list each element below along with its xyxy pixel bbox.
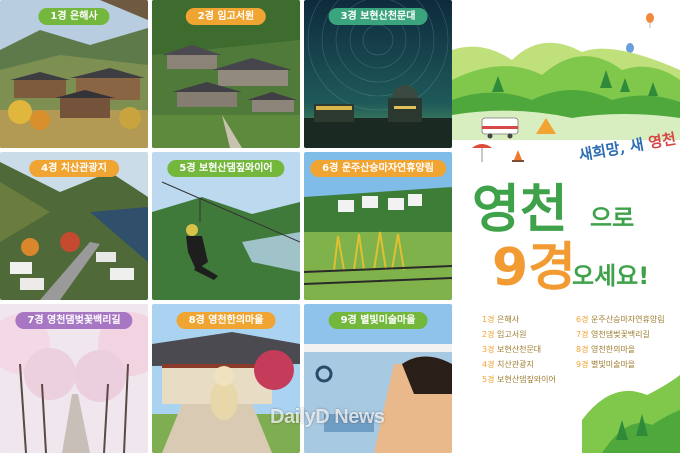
tile-7-label: 7경 영천댐벚꽃백리길 — [15, 312, 133, 329]
legend-item: 5경 보현산댐짚와이어 — [482, 375, 556, 384]
poster-panel: 새희망, 새 영천 영천 으로 9경 오세요! 1경 은해사 2경 임고서원 3… — [452, 0, 680, 453]
tile-6-unjusan: 6경 운주산승마자연휴양림 — [304, 152, 452, 300]
tile-7-cherry: 7경 영천댐벚꽃백리길 — [0, 304, 148, 453]
watermark: DailyD News — [270, 406, 385, 428]
legend-item: 4경 치산관광지 — [482, 360, 534, 369]
tile-8-hanui: 8경 영천한의마을 — [152, 304, 300, 453]
tile-5-label: 5경 보현산댐짚와이어 — [167, 160, 285, 177]
legend-item: 2경 임고서원 — [482, 330, 527, 339]
tile-1-eunhaesa: 1경 은해사 — [0, 0, 148, 148]
tile-1-label: 1경 은해사 — [38, 8, 110, 25]
tile-2-label: 2경 임고서원 — [185, 8, 267, 25]
tile-8-label: 8경 영천한의마을 — [176, 312, 276, 329]
tile-9-label: 9경 별빛미술마을 — [328, 312, 428, 329]
tile-3-observatory: 3경 보현산천문대 — [304, 0, 452, 148]
headline: 영천 으로 9경 오세요! — [452, 180, 680, 300]
tile-2-imgoseowon: 2경 임고서원 — [152, 0, 300, 148]
legend-column-left: 1경 은해사 2경 임고서원 3경 보현산천문대 4경 치산관광지 5경 보현산… — [482, 312, 556, 387]
tile-9-byeolbit: 9경 별빛미술마을 — [304, 304, 452, 453]
photo-grid: 1경 은해사 2경 임고서원 3경 보현산천문대 4경 치산관광지 5경 보현산… — [0, 0, 452, 453]
balloon-icon — [626, 13, 654, 58]
legend-item: 7경 영천댐벚꽃백리길 — [576, 330, 650, 339]
tile-4-chisan: 4경 치산관광지 — [0, 152, 148, 300]
tile-5-zipwire: 5경 보현산댐짚와이어 — [152, 152, 300, 300]
legend-item: 1경 은해사 — [482, 315, 520, 324]
legend-item: 6경 운주산승마자연휴양림 — [576, 315, 665, 324]
legend-item: 9경 별빛미술마을 — [576, 360, 636, 369]
tile-3-label: 3경 보현산천문대 — [328, 8, 428, 25]
campfire-icon — [512, 150, 524, 162]
legend-column-right: 6경 운주산승마자연휴양림 7경 영천댐벚꽃백리길 8경 영천한의마을 9경 별… — [576, 312, 665, 372]
tile-6-label: 6경 운주산승마자연휴양림 — [310, 160, 446, 177]
headline-count: 9경 — [492, 238, 577, 298]
umbrella-icon — [472, 144, 492, 148]
tile-4-label: 4경 치산관광지 — [29, 160, 119, 177]
legend-item: 8경 영천한의마을 — [576, 345, 636, 354]
headline-invite: 오세요! — [572, 262, 650, 290]
headline-city: 영천 — [472, 180, 568, 240]
legend-item: 3경 보현산천문대 — [482, 345, 542, 354]
slogan-city: 영천 — [647, 129, 678, 153]
headline-particle: 으로 — [590, 204, 635, 232]
